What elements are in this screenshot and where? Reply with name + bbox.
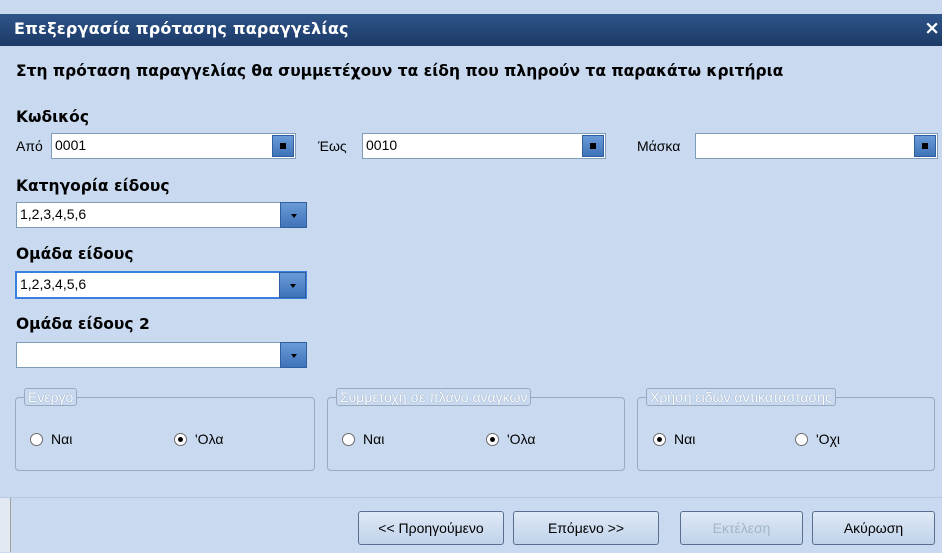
group2-label: Ομάδα είδους 2 [16,315,150,333]
group-label: Ομάδα είδους [16,245,134,263]
active-radio-all[interactable]: 'Ολα [174,431,223,447]
footer-edge [0,498,11,552]
radio-label: Ναι [363,431,385,447]
code-to-field[interactable]: 0010 [362,133,606,159]
group-combo[interactable]: 1,2,3,4,5,6 [15,271,307,299]
square-icon [922,143,928,149]
window-title: Επεξεργασία πρότασης παραγγελίας [14,19,349,38]
chevron-down-icon [290,284,296,288]
mask-label: Μάσκα [637,138,681,154]
code-from-picker-button[interactable] [272,135,294,157]
mask-picker-button[interactable] [914,135,936,157]
radio-label: Ναι [51,431,73,447]
radio-selected-icon [653,432,666,446]
radio-icon [342,432,355,446]
code-from-value: 0001 [55,137,87,153]
mask-field[interactable] [695,133,938,159]
radio-label: 'Ολα [195,431,224,447]
category-label: Κατηγορία είδους [16,177,170,195]
category-value: 1,2,3,4,5,6 [20,206,87,222]
radio-selected-icon [486,432,499,446]
replacement-radio-yes[interactable]: Ναι [653,431,695,447]
criteria-heading: Στη πρόταση παραγγελίας θα συμμετέχουν τ… [16,62,784,80]
replacement-legend: Χρήση ειδών αντικατάστασης [646,388,836,406]
radio-label: Ναι [674,431,696,447]
square-icon [590,143,596,149]
close-icon[interactable]: × [924,17,940,39]
previous-button[interactable]: << Προηγούμενο [358,511,504,545]
radio-selected-icon [174,432,187,446]
group-dropdown-button[interactable] [279,272,306,298]
code-from-field[interactable]: 0001 [51,133,296,159]
order-proposal-dialog: Επεξεργασία πρότασης παραγγελίας × Στη π… [0,0,942,553]
chevron-down-icon [291,214,297,218]
group-value: 1,2,3,4,5,6 [20,276,87,292]
group2-dropdown-button[interactable] [280,342,307,368]
next-button[interactable]: Επόμενο >> [513,511,659,545]
radio-label: 'Οχι [816,431,841,447]
needs-plan-radio-yes[interactable]: Ναι [342,431,384,447]
radio-icon [30,432,43,446]
needs-plan-radio-all[interactable]: 'Ολα [486,431,535,447]
active-radio-yes[interactable]: Ναι [30,431,72,447]
replacement-radio-no[interactable]: 'Οχι [795,431,840,447]
category-dropdown-button[interactable] [280,202,307,228]
square-icon [280,143,286,149]
chevron-down-icon [291,354,297,358]
cancel-button[interactable]: Ακύρωση [812,511,935,545]
needs-plan-legend: Συμμετοχή σε πλάνο αναγκών [336,388,532,406]
category-combo[interactable]: 1,2,3,4,5,6 [16,202,307,228]
title-bar[interactable]: Επεξεργασία πρότασης παραγγελίας × [0,14,942,46]
code-to-value: 0010 [366,137,398,153]
code-to-picker-button[interactable] [582,135,604,157]
code-label: Κωδικός [16,108,90,126]
radio-label: 'Ολα [507,431,536,447]
from-label: Από [16,138,43,154]
group2-combo[interactable] [16,342,307,368]
to-label: Έως [318,138,347,154]
active-legend: Ενεργό [24,388,78,406]
radio-icon [795,432,808,446]
execute-button[interactable]: Εκτέλεση [680,511,803,545]
